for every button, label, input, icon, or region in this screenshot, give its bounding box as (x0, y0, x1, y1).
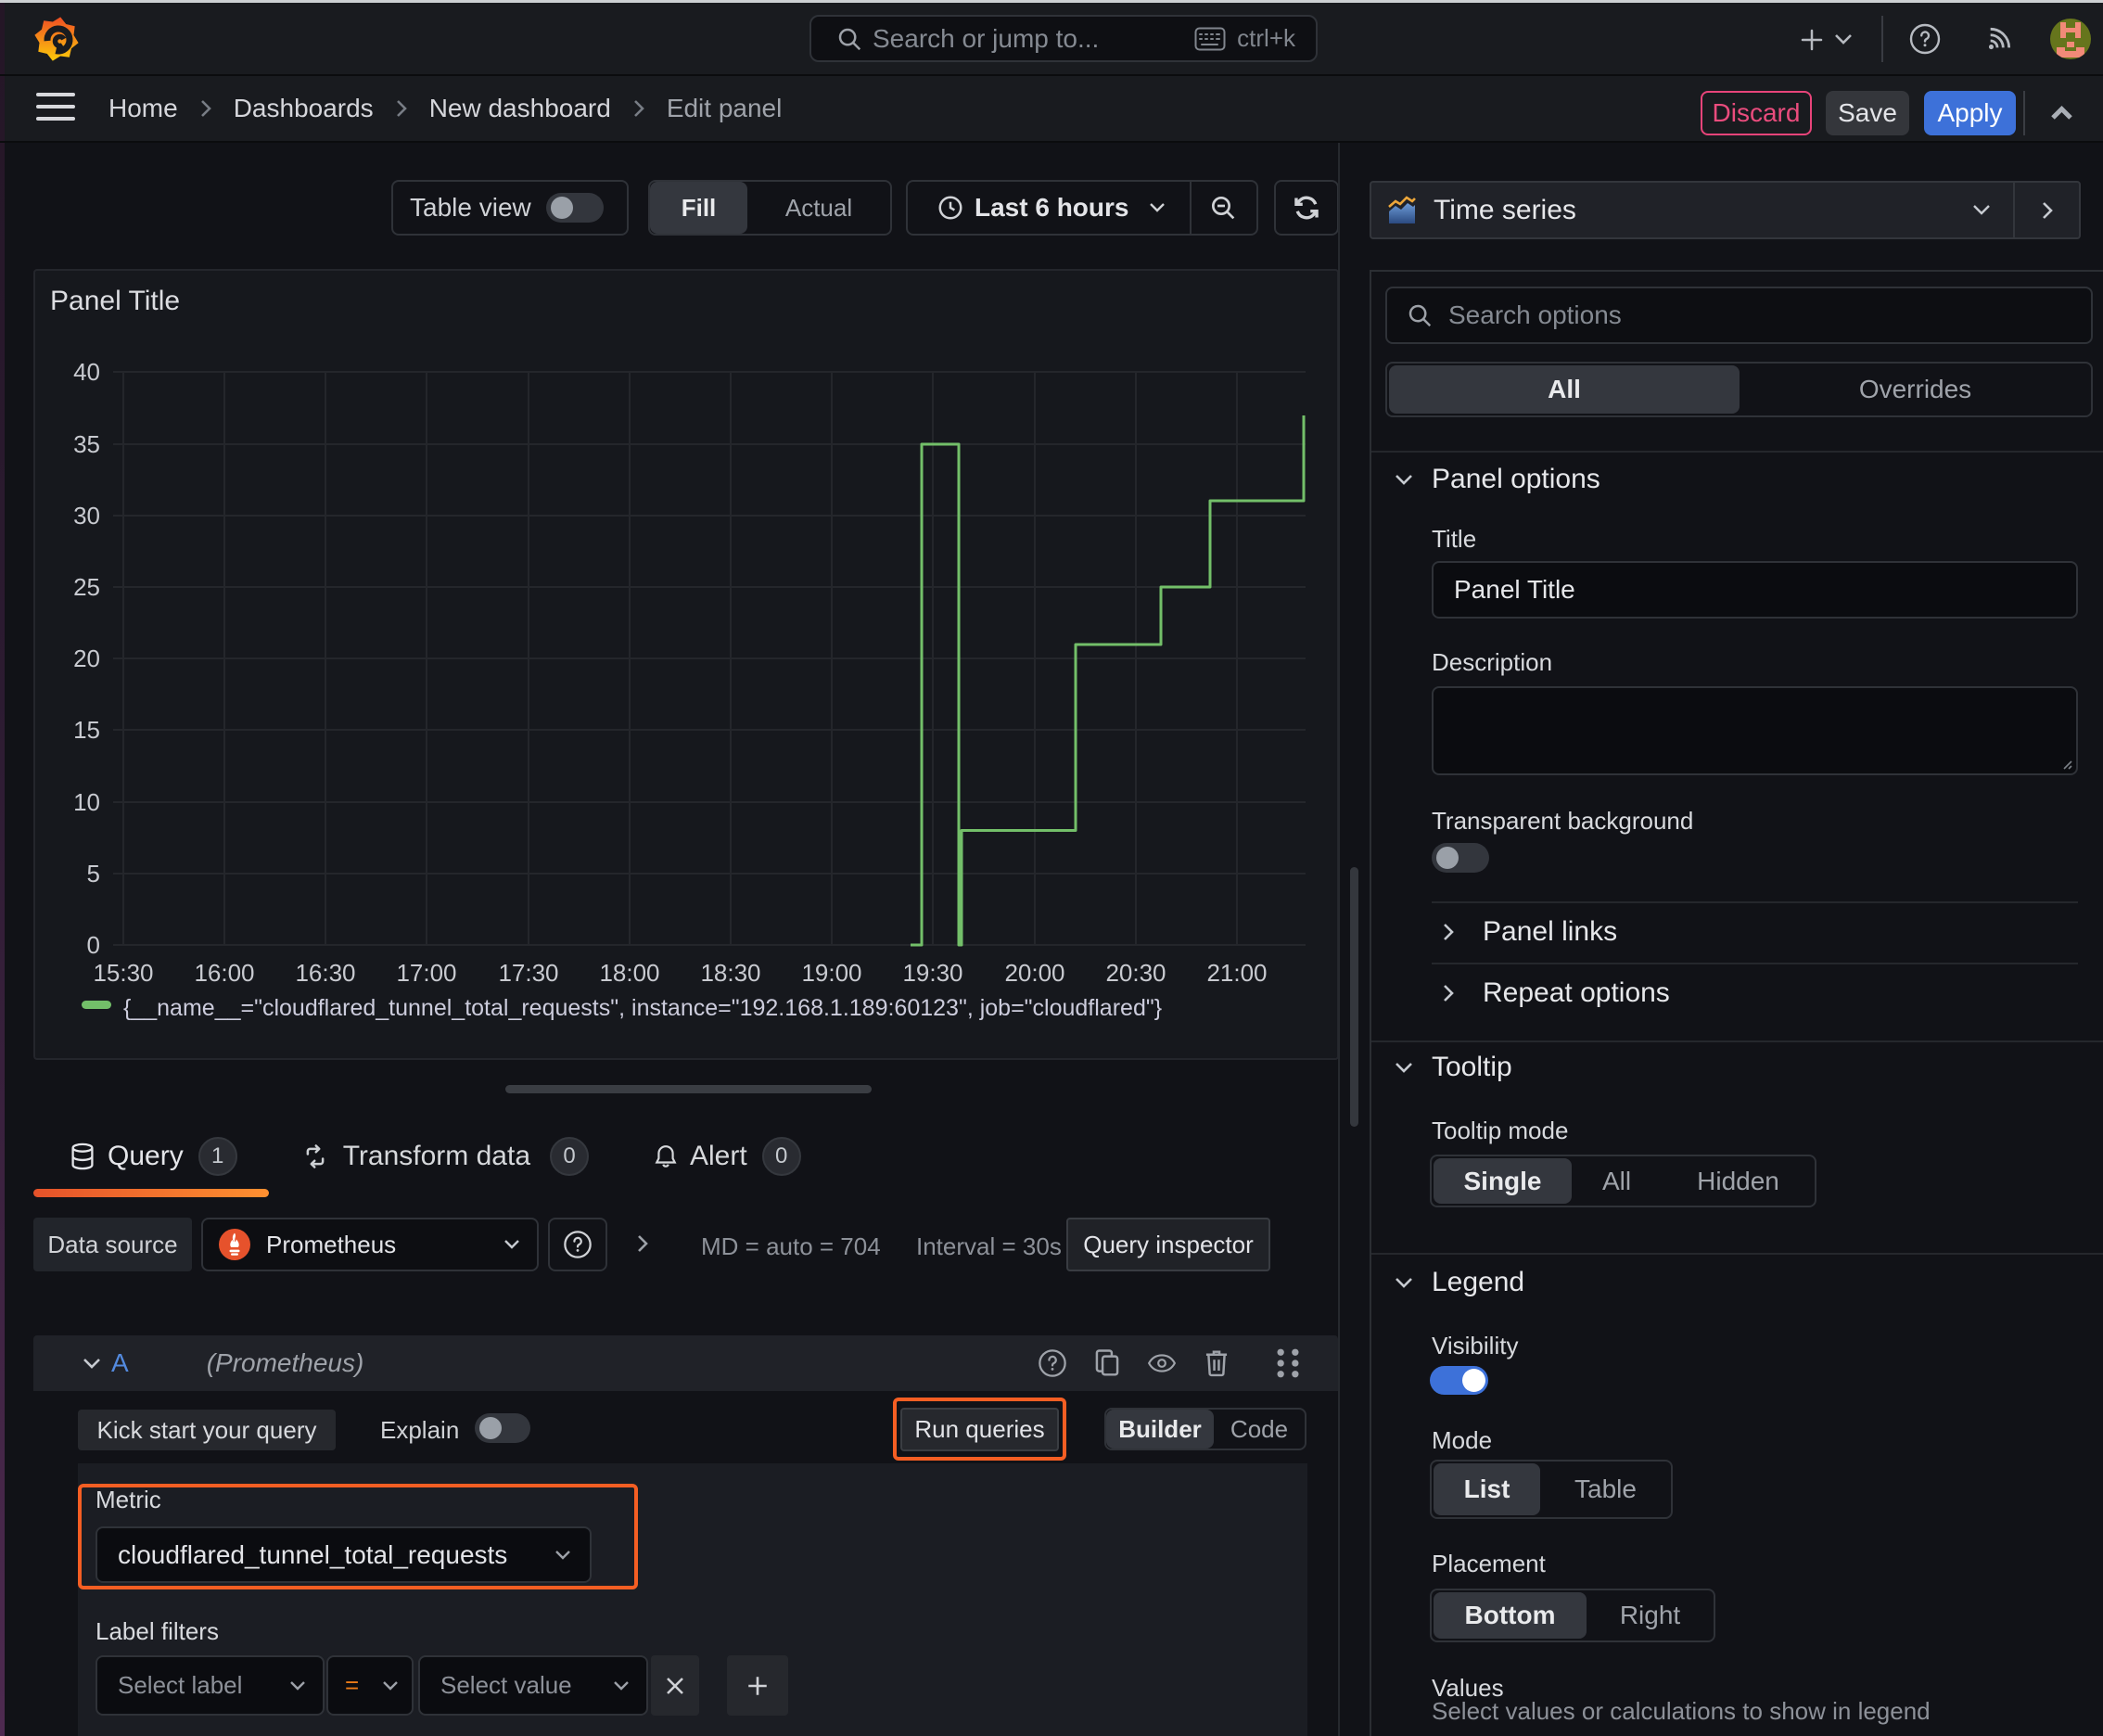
svg-text:18:30: 18:30 (700, 959, 760, 987)
svg-text:{__name__="cloudflared_tunnel_: {__name__="cloudflared_tunnel_total_requ… (123, 995, 1162, 1021)
svg-text:20: 20 (73, 645, 100, 672)
svg-text:17:00: 17:00 (396, 959, 456, 987)
svg-text:35: 35 (73, 430, 100, 458)
svg-text:0: 0 (87, 931, 100, 959)
svg-text:16:30: 16:30 (295, 959, 355, 987)
svg-text:20:30: 20:30 (1105, 959, 1166, 987)
svg-text:21:00: 21:00 (1206, 959, 1267, 987)
svg-text:30: 30 (73, 502, 100, 530)
svg-text:10: 10 (73, 788, 100, 816)
svg-text:40: 40 (73, 358, 100, 386)
svg-text:5: 5 (87, 860, 100, 887)
svg-text:19:00: 19:00 (801, 959, 861, 987)
svg-text:16:00: 16:00 (194, 959, 254, 987)
svg-text:19:30: 19:30 (902, 959, 962, 987)
svg-text:20:00: 20:00 (1004, 959, 1064, 987)
svg-text:18:00: 18:00 (599, 959, 659, 987)
svg-text:15: 15 (73, 716, 100, 744)
svg-text:15:30: 15:30 (93, 959, 153, 987)
svg-text:25: 25 (73, 573, 100, 601)
svg-text:17:30: 17:30 (498, 959, 558, 987)
